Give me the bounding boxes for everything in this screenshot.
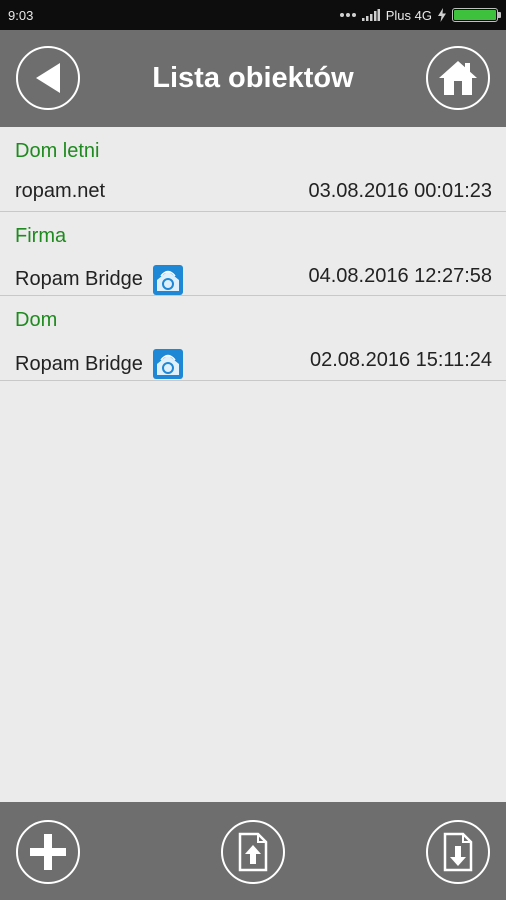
- bottom-toolbar: [0, 802, 506, 900]
- list-item[interactable]: Firma Ropam Bridge 04.08.2016 12:27:58: [0, 212, 506, 296]
- object-date: 03.08.2016 00:01:23: [308, 180, 492, 202]
- object-connection: Ropam Bridge: [15, 349, 183, 379]
- status-indicators: Plus 4G: [339, 7, 501, 23]
- object-list: Dom letni ropam.net 03.08.2016 00:01:23 …: [0, 127, 506, 381]
- object-name: Firma: [15, 224, 67, 247]
- signal-icon: [361, 9, 380, 21]
- object-date: 04.08.2016 12:27:58: [308, 264, 492, 287]
- app-header: Lista obiektów: [0, 30, 506, 127]
- object-date: 02.08.2016 15:11:24: [309, 349, 492, 371]
- back-button[interactable]: [16, 46, 80, 110]
- battery-icon: [452, 8, 501, 22]
- plus-icon: [30, 834, 66, 870]
- page-title: Lista obiektów: [152, 62, 354, 94]
- connection-label: Ropam Bridge: [15, 268, 143, 290]
- object-name: Dom letni: [15, 140, 100, 162]
- export-button[interactable]: [426, 820, 490, 884]
- ropam-bridge-icon: [152, 264, 183, 295]
- add-object-button[interactable]: [16, 820, 80, 884]
- status-bar: 9:03 Plus 4G: [0, 0, 506, 30]
- connection-label: ropam.net: [15, 180, 106, 202]
- object-name: Dom: [15, 309, 58, 331]
- connection-label: Ropam Bridge: [15, 352, 143, 375]
- home-icon: [439, 61, 477, 95]
- back-arrow-icon: [36, 63, 60, 93]
- ropam-bridge-icon: [152, 349, 183, 379]
- list-item[interactable]: Dom letni ropam.net 03.08.2016 00:01:23: [0, 127, 506, 212]
- file-upload-icon: [238, 832, 268, 872]
- object-connection: Ropam Bridge: [15, 264, 183, 295]
- import-button[interactable]: [221, 820, 285, 884]
- dots-icon: [339, 13, 356, 17]
- list-item[interactable]: Dom Ropam Bridge 02.08.2016 15:11:24: [0, 296, 506, 381]
- charging-bolt-icon: [438, 8, 446, 22]
- object-connection: ropam.net: [15, 180, 105, 203]
- carrier-label: Plus 4G: [385, 7, 432, 23]
- status-time: 9:03: [8, 7, 34, 23]
- home-button[interactable]: [426, 46, 490, 110]
- file-download-icon: [443, 832, 473, 872]
